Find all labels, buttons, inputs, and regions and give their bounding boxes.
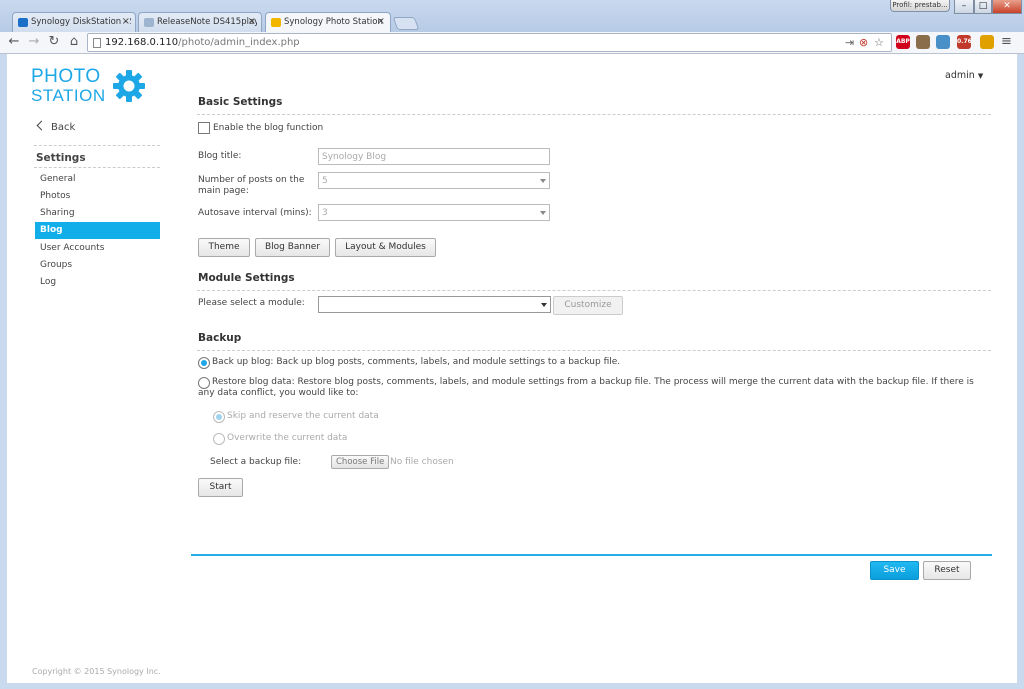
capture-extension-icon[interactable] [936,35,950,49]
browser-titlebar: Synology DiskStation - Sy × ReleaseNote … [0,0,1024,33]
start-button[interactable]: Start [198,478,243,497]
sidebar-item-general[interactable]: General [35,171,160,188]
no-file-chosen-text: No file chosen [390,457,454,467]
back-arrow-icon[interactable]: ← [6,34,22,50]
skip-reserve-label: Skip and reserve the current data [227,411,379,421]
tab-label: Synology DiskStation - Sy [31,17,131,27]
module-settings-title: Module Settings [198,272,295,284]
dropdown-arrow-icon [541,303,547,307]
gear-logo-icon [113,70,145,102]
bookmark-star-icon[interactable]: ☆ [874,37,884,49]
pin-icon[interactable]: ⇥ [845,37,854,49]
sidebar-divider [34,167,160,168]
section-divider [197,290,991,291]
rss-extension-icon[interactable]: 0.76 [957,35,972,49]
tab-diskstation[interactable]: Synology DiskStation - Sy × [12,12,136,32]
dsm-favicon-icon [18,18,28,27]
tab-label: ReleaseNote DS415play - [157,17,257,27]
layout-modules-button[interactable]: Layout & Modules [335,238,436,257]
back-label: Back [51,122,76,133]
enable-blog-checkbox[interactable] [198,122,210,134]
caret-down-icon: ▼ [977,72,984,80]
sidebar-item-log[interactable]: Log [35,274,160,291]
basic-settings-title: Basic Settings [198,96,283,108]
abp-extension-icon[interactable]: ABP [896,35,910,49]
section-divider [197,114,991,115]
autosave-select[interactable]: 3 [318,204,550,221]
enable-blog-label: Enable the blog function [213,123,324,133]
footer-divider [191,554,992,556]
overwrite-radio[interactable] [213,433,225,445]
autosave-label: Autosave interval (mins): [198,208,312,218]
logo-text-photo: PHOTO [31,66,101,87]
sidebar-item-sharing[interactable]: Sharing [35,205,160,222]
user-name: admin [945,70,975,81]
user-menu[interactable]: admin ▼ [945,70,983,81]
window-frame-bottom [0,683,1024,689]
back-link[interactable]: Back [36,120,76,133]
restore-blog-label: Restore blog data: Restore blog posts, c… [198,377,974,398]
maximize-button[interactable]: □ [974,0,992,14]
browser-menu-icon[interactable]: ≡ [1001,35,1012,49]
sidebar-item-user-accounts[interactable]: User Accounts [35,240,160,257]
bee-extension-icon[interactable] [980,35,994,49]
sidebar-title: Settings [36,152,86,164]
block-icon[interactable]: ⊗ [859,37,868,49]
save-button[interactable]: Save [870,561,919,580]
address-bar[interactable]: 192.168.0.110/photo/admin_index.php ⇥ ⊗ … [87,33,892,52]
tab-photo-station[interactable]: Synology Photo Station 6 × [265,12,391,33]
module-select[interactable] [318,296,551,313]
backup-blog-radio[interactable] [198,357,210,369]
sidebar-divider [34,145,160,146]
dropdown-arrow-icon [540,211,546,215]
url-text: 192.168.0.110/photo/admin_index.php [105,37,300,48]
close-icon[interactable]: × [248,16,256,27]
posts-count-value: 5 [322,176,328,186]
customize-button[interactable]: Customize [553,296,623,315]
blog-title-label: Blog title: [198,151,242,161]
browser-toolbar: ← → ↻ ⌂ 192.168.0.110/photo/admin_index.… [0,32,1024,54]
sidebar-item-blog[interactable]: Blog [35,222,160,239]
camera-extension-icon[interactable] [916,35,930,49]
skip-reserve-radio[interactable] [213,411,225,423]
blog-title-input[interactable]: Synology Blog [318,148,550,165]
tab-label: Synology Photo Station 6 [284,17,384,27]
overwrite-label: Overwrite the current data [227,433,348,443]
close-window-button[interactable]: ✕ [992,0,1022,14]
posts-count-select[interactable]: 5 [318,172,550,189]
reload-icon[interactable]: ↻ [46,34,62,50]
backup-blog-label: Back up blog: Back up blog posts, commen… [212,357,621,367]
chevron-left-icon [36,120,47,131]
window-frame-left [0,54,7,689]
choose-file-button[interactable]: Choose File [331,455,390,469]
theme-button[interactable]: Theme [198,238,250,257]
module-select-label: Please select a module: [198,298,305,308]
backup-title: Backup [198,332,242,344]
dropdown-arrow-icon [540,179,546,183]
sidebar-item-groups[interactable]: Groups [35,257,160,274]
sidebar-item-photos[interactable]: Photos [35,188,160,205]
section-divider [197,350,991,351]
synology-favicon-icon [144,18,154,27]
close-icon[interactable]: × [377,16,385,27]
posts-count-label: Number of posts on the main page: [198,175,305,196]
window-frame-right [1017,54,1024,689]
home-icon[interactable]: ⌂ [66,34,82,50]
blog-banner-button[interactable]: Blog Banner [255,238,330,257]
close-icon[interactable]: × [122,16,130,27]
photo-station-favicon-icon [271,18,281,27]
backup-file-label: Select a backup file: [210,457,302,467]
tab-releasenote[interactable]: ReleaseNote DS415play - × [138,12,262,32]
forward-arrow-icon[interactable]: → [26,34,42,50]
photo-station-logo[interactable]: PHOTO STATION [31,66,151,106]
reset-button[interactable]: Reset [923,561,971,580]
copyright-text: Copyright © 2015 Synology Inc. [32,667,161,676]
autosave-value: 3 [322,208,328,218]
logo-text-station: STATION [31,86,106,105]
minimize-button[interactable]: – [954,0,974,14]
profile-button[interactable]: Profil: prestab... [890,0,950,12]
page-icon [93,38,101,48]
new-tab-button[interactable] [392,17,420,30]
